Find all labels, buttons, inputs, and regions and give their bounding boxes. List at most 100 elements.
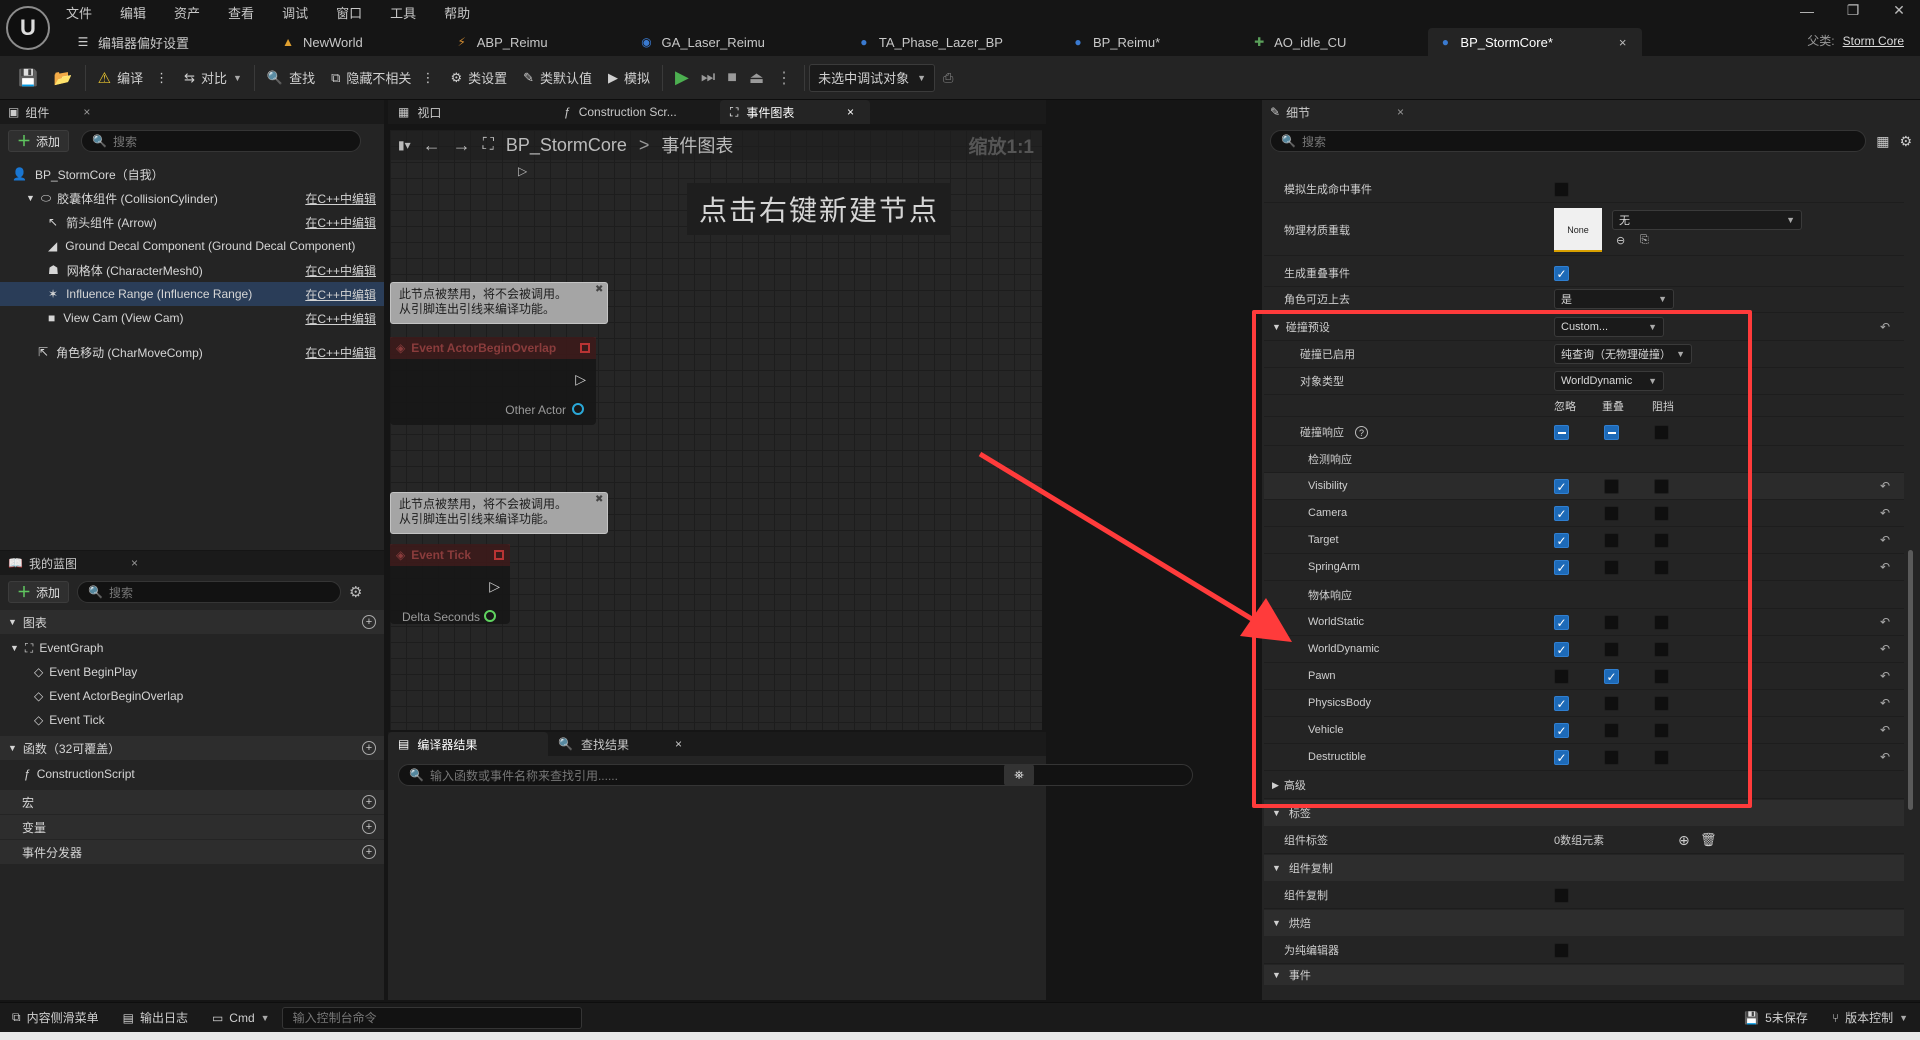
component-item[interactable]: ⇱ 角色移动 (CharMoveComp) 在C++中编辑 xyxy=(0,340,384,364)
simulate-button[interactable]: ▶ 模拟 xyxy=(600,62,658,94)
breadcrumb-root[interactable]: BP_StormCore xyxy=(506,135,627,156)
find-button[interactable]: 🔍 查找 xyxy=(259,62,323,94)
forward-icon[interactable]: → xyxy=(453,135,471,156)
content-drawer-button[interactable]: ⧉ 内容侧滑菜单 xyxy=(0,1003,111,1033)
menu-tools[interactable]: 工具 xyxy=(390,3,416,22)
reset-to-default-icon[interactable]: ↶ xyxy=(1880,506,1890,520)
component-item[interactable]: ■ View Cam (View Cam) 在C++中编辑 xyxy=(0,306,384,330)
edit-in-cpp-link[interactable]: 在C++中编辑 xyxy=(305,310,376,327)
component-item-selected[interactable]: ✶ Influence Range (Influence Range) 在C++中编… xyxy=(0,282,384,306)
pin-icon[interactable]: ✖ xyxy=(595,494,603,505)
parent-class-link[interactable]: Storm Core xyxy=(1843,34,1904,48)
asset-thumbnail[interactable]: None xyxy=(1554,208,1602,252)
tab-event-graph[interactable]: ⛶ 事件图表 × xyxy=(720,100,870,124)
reset-to-default-icon[interactable]: ↶ xyxy=(1880,320,1890,334)
more-options-icon[interactable]: ⋮ xyxy=(421,70,434,86)
event-graph-item[interactable]: ▼ ⛶ EventGraph xyxy=(0,636,384,660)
class-defaults-button[interactable]: ✎ 类默认值 xyxy=(515,62,600,94)
menu-debug[interactable]: 调试 xyxy=(282,3,308,22)
hide-unrelated-button[interactable]: ⧉ 隐藏不相关 ⋮ xyxy=(323,62,442,94)
edit-in-cpp-link[interactable]: 在C++中编辑 xyxy=(305,214,376,231)
reset-to-default-icon[interactable]: ↶ xyxy=(1880,696,1890,710)
add-graph-icon[interactable]: + xyxy=(362,615,376,629)
compile-button[interactable]: ⚠ 编译 ⋮ xyxy=(90,62,176,94)
component-item[interactable]: ↖ 箭头组件 (Arrow) 在C++中编辑 xyxy=(0,210,384,234)
section-cooking[interactable]: ▼ 烘焙 xyxy=(1264,910,1904,936)
source-control-button[interactable]: ⑂ 版本控制 ▼ xyxy=(1820,1003,1920,1033)
eject-icon[interactable]: ⏏ xyxy=(749,68,764,88)
tab-ta-phase-lazer[interactable]: ● TA_Phase_Lazer_BP xyxy=(847,28,1019,56)
details-search-input[interactable]: 🔍 搜索 xyxy=(1270,130,1867,152)
unsaved-button[interactable]: 💾 5未保存 xyxy=(1732,1003,1820,1033)
add-macro-icon[interactable]: + xyxy=(362,795,376,809)
checkbox[interactable]: ✓ xyxy=(1554,265,1569,281)
menu-file[interactable]: 文件 xyxy=(66,3,92,22)
browse-asset-icon[interactable]: ⎘ xyxy=(1640,234,1649,247)
edit-in-cpp-link[interactable]: 在C++中编辑 xyxy=(305,190,376,207)
edit-in-cpp-link[interactable]: 在C++中编辑 xyxy=(305,344,376,361)
binoculars-button[interactable]: ⛯ xyxy=(1004,764,1034,786)
event-item[interactable]: ◇ Event ActorBeginOverlap xyxy=(0,684,384,708)
details-scrollbar[interactable] xyxy=(1908,550,1913,810)
delegate-pin-icon[interactable] xyxy=(494,550,504,560)
close-panel-icon[interactable]: × xyxy=(1397,105,1404,119)
construction-script-item[interactable]: ƒ ConstructionScript xyxy=(0,762,384,786)
add-component-button[interactable]: ＋添加 xyxy=(8,130,70,152)
more-options-icon[interactable]: ⋮ xyxy=(155,70,168,86)
step-icon[interactable]: ⏭ xyxy=(701,69,715,87)
cmd-select[interactable]: ▭ Cmd ▼ xyxy=(200,1003,282,1033)
category-functions[interactable]: ▼ 函数（32可覆盖） + xyxy=(0,736,384,760)
save-button[interactable]: 💾 xyxy=(10,62,46,94)
category-graphs[interactable]: ▼ 图表 + xyxy=(0,610,384,634)
my-blueprint-search-input[interactable]: 🔍 搜索 xyxy=(77,581,342,603)
category-variables[interactable]: 变量 + xyxy=(0,815,384,839)
graph-canvas[interactable]: ▮▾ ← → ⛶ BP_StormCore > 事件图表 缩放1:1 ▷ 点击右… xyxy=(390,130,1042,730)
edit-in-cpp-link[interactable]: 在C++中编辑 xyxy=(305,262,376,279)
checkbox[interactable] xyxy=(1554,887,1569,903)
tab-abp-reimu[interactable]: ⚡ ABP_Reimu xyxy=(445,28,564,56)
reset-to-default-icon[interactable]: ↶ xyxy=(1880,723,1890,737)
category-dispatchers[interactable]: 事件分发器 + xyxy=(0,840,384,864)
tab-bp-stormcore[interactable]: ● BP_StormCore* × xyxy=(1428,28,1643,56)
tab-bp-reimu[interactable]: ● BP_Reimu* xyxy=(1061,28,1176,56)
components-search-input[interactable]: 🔍 搜索 xyxy=(81,130,362,152)
pin-icon[interactable]: ✖ xyxy=(595,284,603,295)
tab-ao-idle-cu[interactable]: ✚ AO_idle_CU xyxy=(1242,28,1362,56)
reset-to-default-icon[interactable]: ↶ xyxy=(1880,479,1890,493)
physical-material-select[interactable]: 无 ▼ xyxy=(1612,210,1802,230)
reset-to-default-icon[interactable]: ↶ xyxy=(1880,750,1890,764)
close-panel-icon[interactable]: × xyxy=(83,105,90,119)
section-replication[interactable]: ▼ 组件复制 xyxy=(1264,855,1904,881)
bookmark-icon[interactable]: ▮▾ xyxy=(398,138,411,152)
can-step-up-select[interactable]: 是 ▼ xyxy=(1554,289,1674,309)
float-pin-icon[interactable] xyxy=(484,610,496,622)
use-selected-icon[interactable]: ⊖ xyxy=(1616,234,1625,247)
reset-to-default-icon[interactable]: ↶ xyxy=(1880,560,1890,574)
trash-icon[interactable]: 🗑 xyxy=(1700,832,1717,848)
minimize-icon[interactable]: — xyxy=(1796,3,1818,19)
reset-to-default-icon[interactable]: ↶ xyxy=(1880,615,1890,629)
tab-viewport[interactable]: ▦ 视口 xyxy=(388,100,548,124)
debug-object-select[interactable]: 未选中调试对象 ▼ xyxy=(809,63,936,92)
gear-icon[interactable]: ⚙ xyxy=(1899,133,1912,150)
edit-in-cpp-link[interactable]: 在C++中编辑 xyxy=(305,286,376,303)
category-macros[interactable]: 宏 + xyxy=(0,790,384,814)
menu-view[interactable]: 查看 xyxy=(228,3,254,22)
checkbox[interactable] xyxy=(1554,181,1569,197)
output-log-button[interactable]: ▤ 输出日志 xyxy=(111,1003,200,1033)
event-item[interactable]: ◇ Event Tick xyxy=(0,708,384,732)
diff-button[interactable]: ⇆ 对比 ▼ xyxy=(176,62,250,94)
exec-out-pin-icon[interactable]: ▷ xyxy=(575,371,586,388)
add-variable-icon[interactable]: + xyxy=(362,820,376,834)
stop-icon[interactable]: ■ xyxy=(727,69,737,87)
browse-button[interactable]: 📂 xyxy=(46,62,81,94)
tab-find-results[interactable]: 🔍 查找结果 × xyxy=(548,732,698,756)
unreal-logo-icon[interactable]: U xyxy=(6,6,50,50)
add-element-icon[interactable]: ⊕ xyxy=(1678,832,1690,849)
event-item[interactable]: ◇ Event BeginPlay xyxy=(0,660,384,684)
close-panel-icon[interactable]: × xyxy=(131,556,138,570)
tab-ga-laser-reimu[interactable]: ◉ GA_Laser_Reimu xyxy=(630,28,781,56)
object-pin-icon[interactable] xyxy=(572,403,584,415)
menu-asset[interactable]: 资产 xyxy=(174,3,200,22)
play-icon[interactable]: ▶ xyxy=(675,67,689,88)
